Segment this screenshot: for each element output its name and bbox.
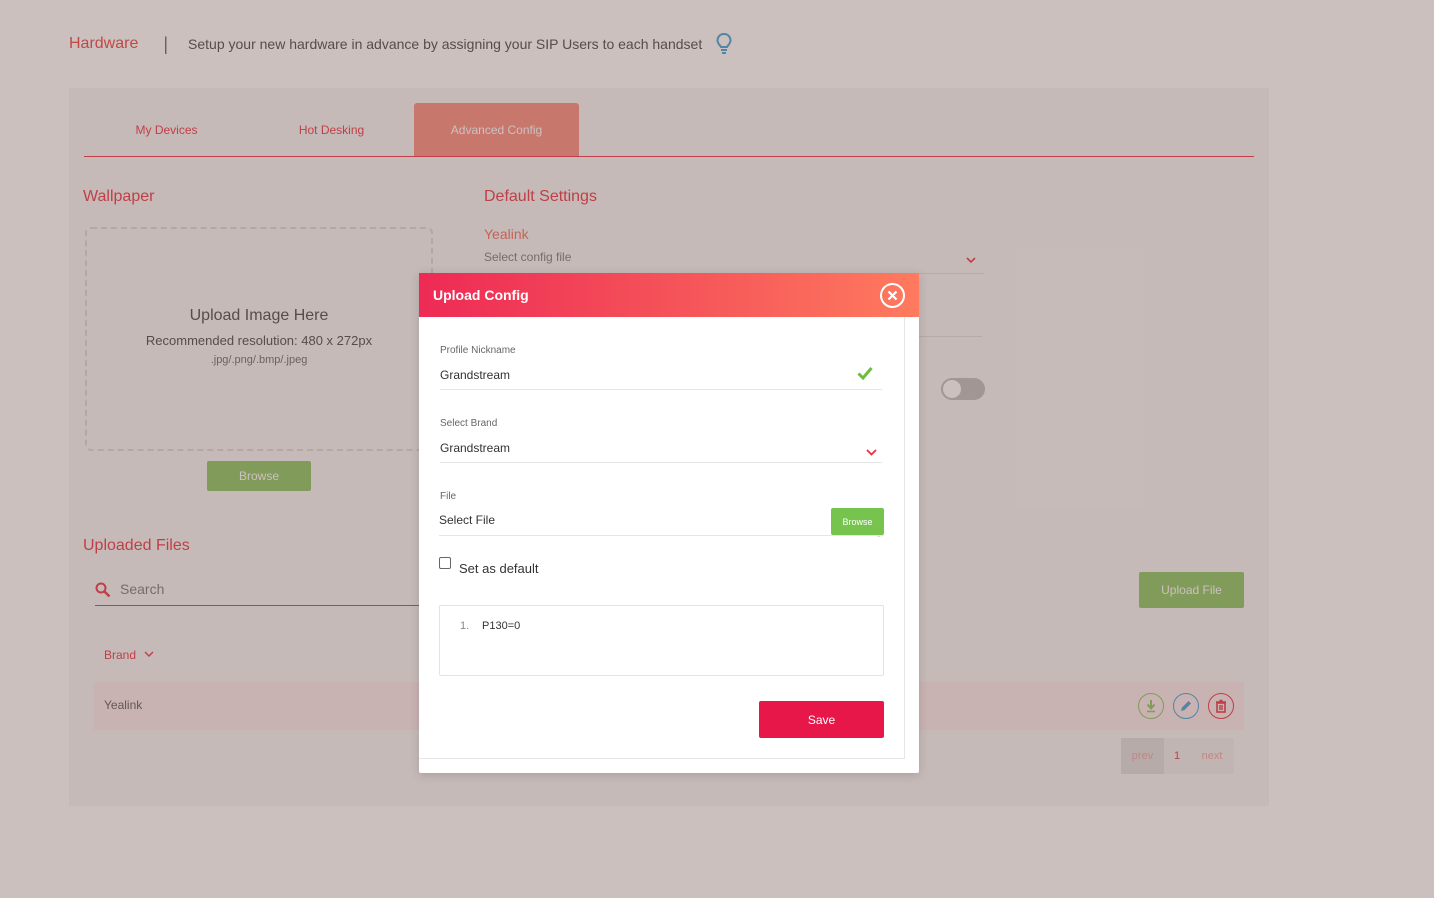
file-input[interactable]: Select File <box>439 513 495 527</box>
file-label: File <box>440 491 457 502</box>
config-editor[interactable]: 1. P130=0 <box>439 605 884 676</box>
checkmark-icon <box>857 366 873 385</box>
set-default-label: Set as default <box>459 561 539 576</box>
line-number: 1. <box>460 620 470 632</box>
nickname-label: Profile Nickname <box>440 345 516 356</box>
upload-config-modal: Upload Config Profile Nickname Grandstre… <box>419 273 919 773</box>
modal-header: Upload Config <box>419 273 919 317</box>
brand-select[interactable]: Grandstream <box>440 441 510 455</box>
brand-label: Select Brand <box>440 418 498 429</box>
nickname-input[interactable]: Grandstream <box>440 368 510 382</box>
chevron-down-icon[interactable] <box>866 444 877 462</box>
editor-line[interactable]: P130=0 <box>482 620 520 632</box>
modal-title: Upload Config <box>433 287 529 303</box>
file-underline <box>439 535 884 536</box>
close-icon[interactable] <box>880 283 905 308</box>
modal-body: Profile Nickname Grandstream Select Bran… <box>419 317 905 759</box>
file-browse-button[interactable]: Browse <box>831 508 884 535</box>
set-default-checkbox[interactable] <box>439 557 451 569</box>
brand-underline <box>440 462 882 463</box>
nickname-underline <box>440 389 882 390</box>
save-button[interactable]: Save <box>759 701 884 738</box>
